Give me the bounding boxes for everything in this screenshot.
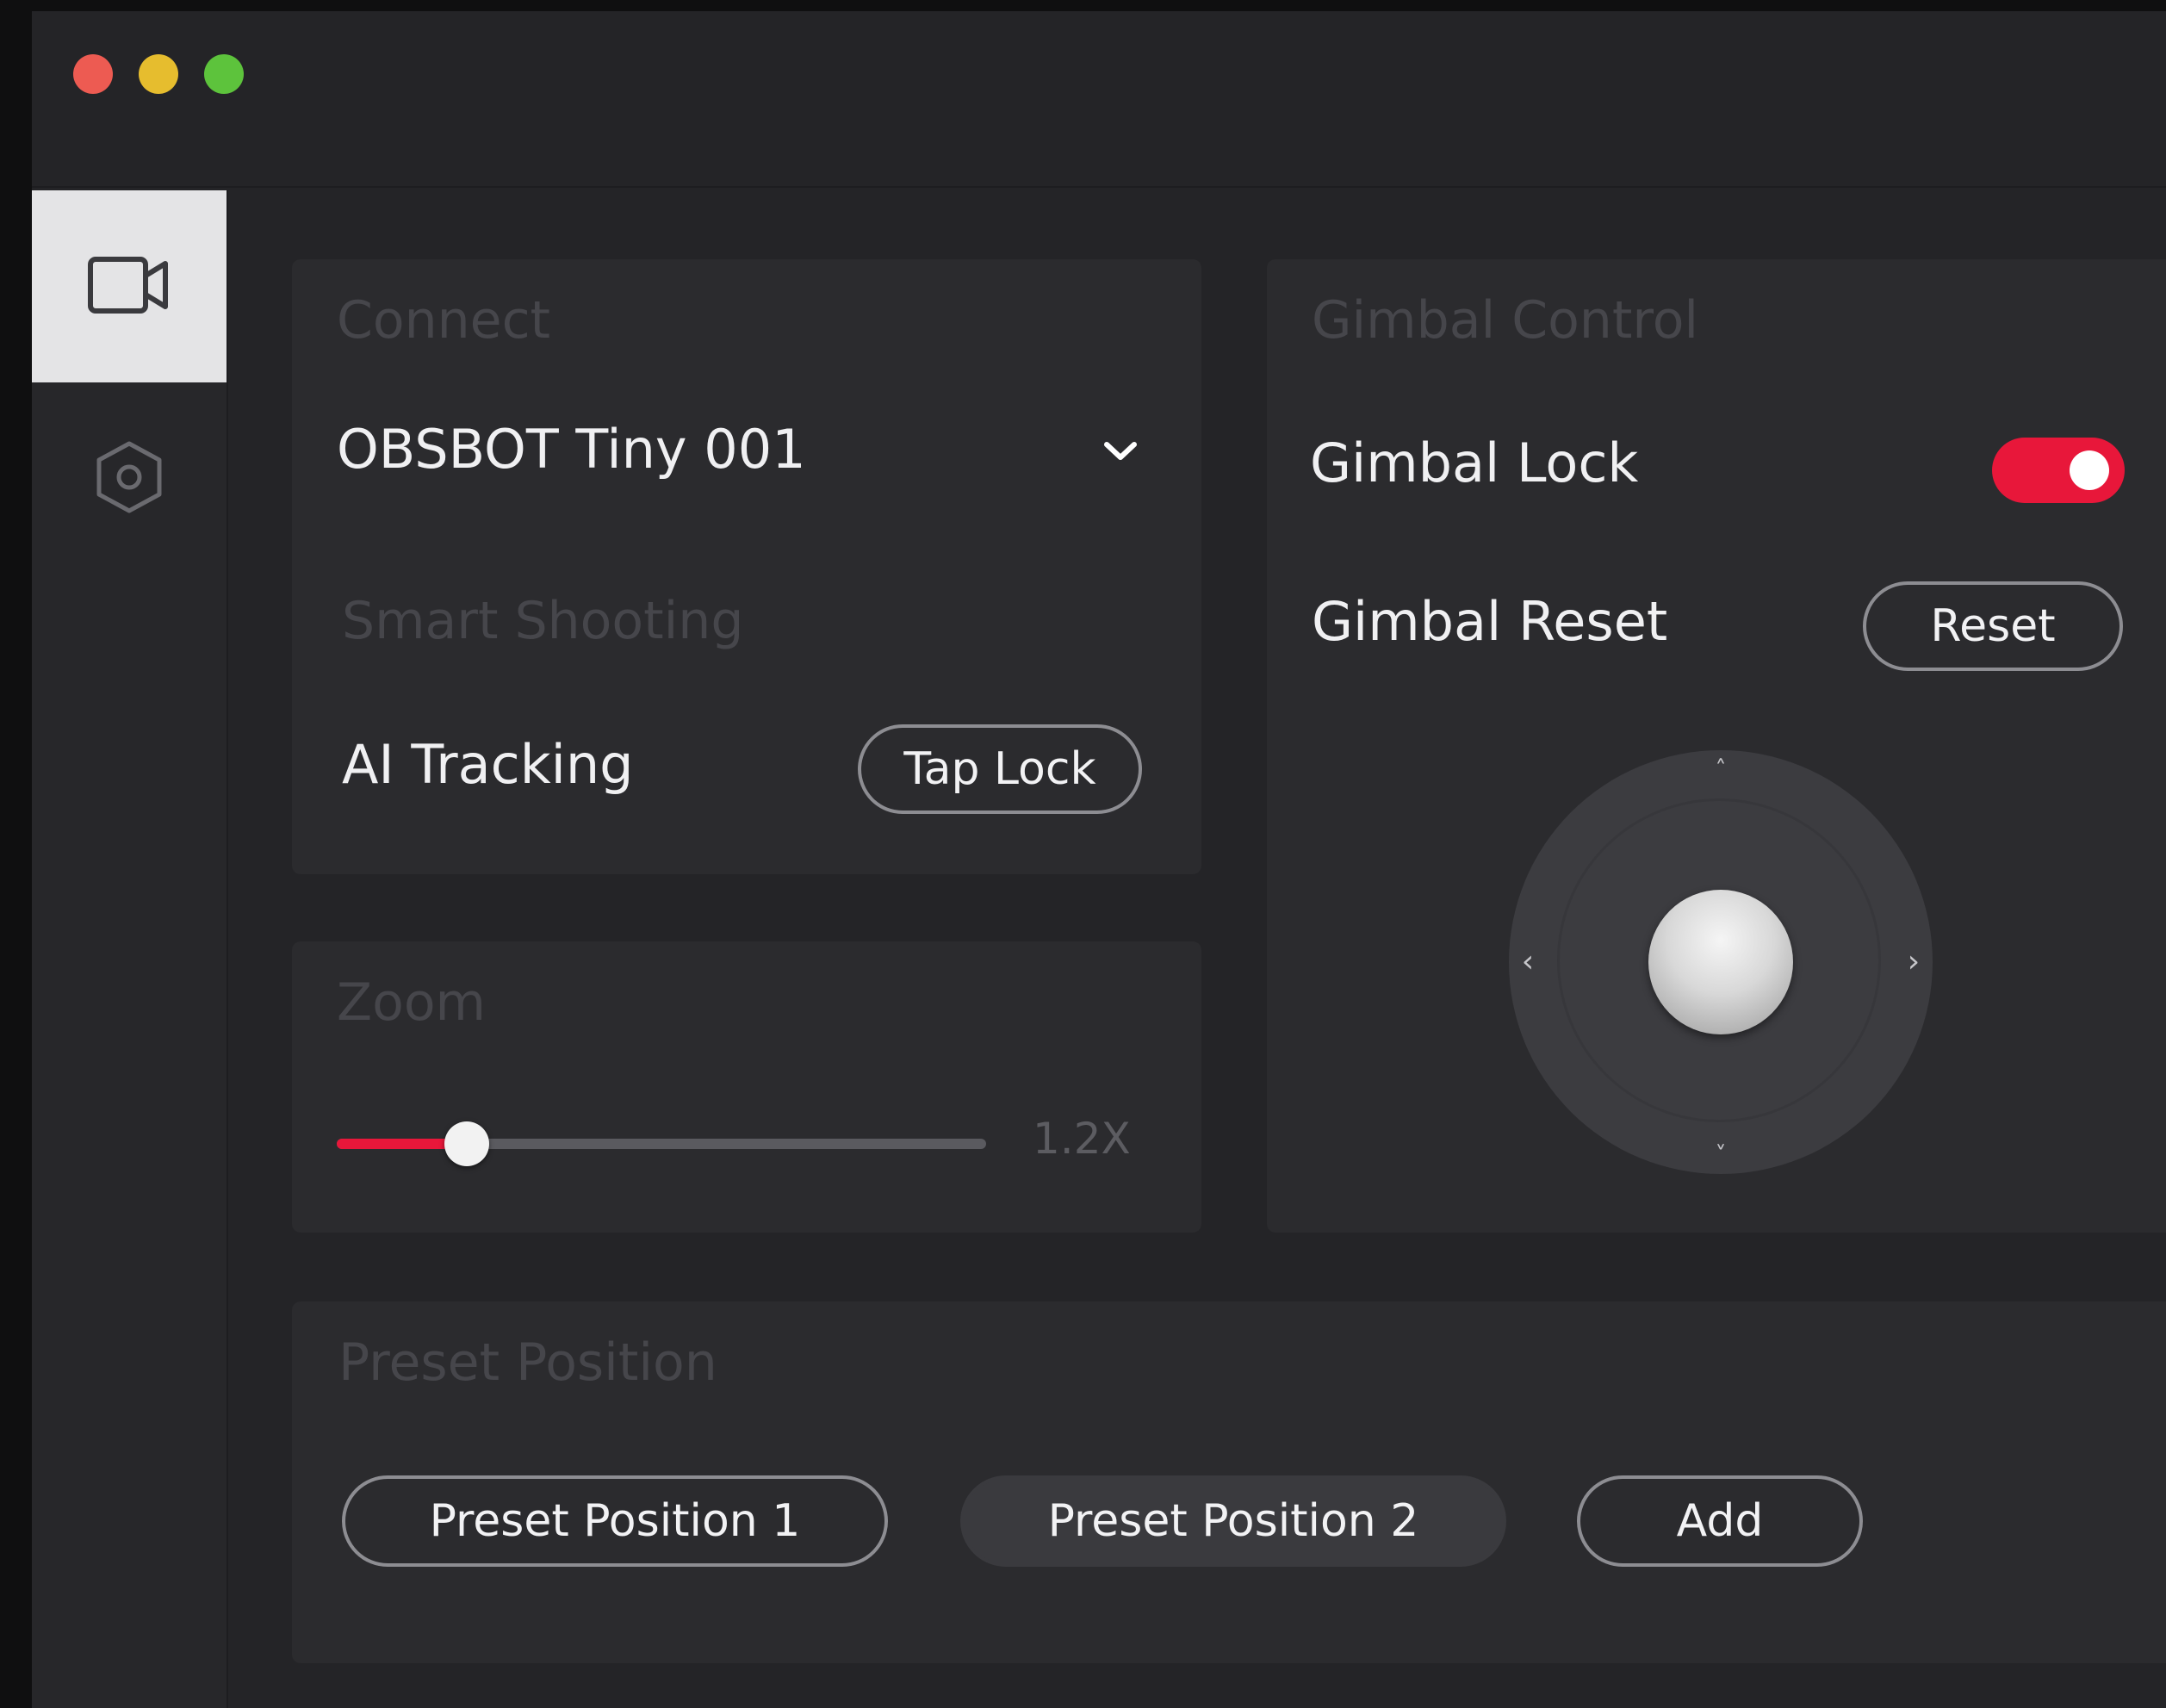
chevron-down-icon bbox=[1103, 440, 1138, 466]
close-window-button[interactable] bbox=[73, 54, 113, 94]
arrow-up-icon[interactable]: ˄ bbox=[1704, 752, 1738, 786]
zoom-slider[interactable] bbox=[337, 1121, 986, 1166]
connect-card: Connect OBSBOT Tiny 001 Smart Shooting A… bbox=[292, 259, 1201, 874]
preset-title: Preset Position bbox=[338, 1332, 717, 1393]
arrow-right-icon[interactable]: › bbox=[1896, 945, 1931, 979]
tap-lock-button[interactable]: Tap Lock bbox=[858, 724, 1142, 814]
zoom-slider-thumb[interactable] bbox=[444, 1121, 489, 1166]
title-bar bbox=[32, 11, 2166, 188]
gimbal-card: Gimbal Control Gimbal Lock Gimbal Reset … bbox=[1267, 259, 2166, 1233]
arrow-left-icon[interactable]: ‹ bbox=[1511, 945, 1545, 979]
zoom-card: Zoom 1.2X bbox=[292, 941, 1201, 1233]
gimbal-joystick[interactable]: ˄ ˅ ‹ › bbox=[1509, 750, 1933, 1174]
gimbal-reset-button[interactable]: Reset bbox=[1863, 581, 2123, 671]
sidebar bbox=[32, 190, 228, 1708]
ai-tracking-label: AI Tracking bbox=[342, 733, 634, 796]
sidebar-item-settings[interactable] bbox=[32, 382, 227, 575]
gimbal-lock-toggle[interactable] bbox=[1992, 438, 2125, 503]
device-select-value: OBSBOT Tiny 001 bbox=[337, 418, 806, 481]
connect-title: Connect bbox=[337, 290, 551, 351]
zoom-value: 1.2X bbox=[1033, 1114, 1131, 1164]
gimbal-reset-label: Gimbal Reset bbox=[1312, 590, 1668, 653]
preset-position-2-button[interactable]: Preset Position 2 bbox=[960, 1475, 1506, 1567]
preset-card: Preset Position Preset Position 1 Preset… bbox=[292, 1301, 2166, 1663]
app-window: Connect OBSBOT Tiny 001 Smart Shooting A… bbox=[32, 11, 2166, 1708]
add-preset-button[interactable]: Add bbox=[1577, 1475, 1863, 1567]
toggle-knob bbox=[2070, 450, 2109, 490]
maximize-window-button[interactable] bbox=[204, 54, 244, 94]
minimize-window-button[interactable] bbox=[139, 54, 178, 94]
arrow-down-icon[interactable]: ˅ bbox=[1704, 1138, 1738, 1172]
preset-position-1-button[interactable]: Preset Position 1 bbox=[342, 1475, 888, 1567]
gimbal-lock-label: Gimbal Lock bbox=[1310, 432, 1639, 494]
joystick-knob[interactable] bbox=[1648, 890, 1793, 1034]
zoom-title: Zoom bbox=[337, 972, 486, 1033]
smart-shooting-title: Smart Shooting bbox=[342, 591, 744, 651]
device-select[interactable]: OBSBOT Tiny 001 bbox=[337, 414, 1155, 492]
gimbal-title: Gimbal Control bbox=[1312, 290, 1699, 351]
sidebar-item-camera[interactable] bbox=[32, 190, 227, 382]
settings-hexagon-icon bbox=[95, 440, 164, 518]
camera-icon bbox=[88, 256, 171, 317]
main-panel: Connect OBSBOT Tiny 001 Smart Shooting A… bbox=[228, 190, 2166, 1708]
